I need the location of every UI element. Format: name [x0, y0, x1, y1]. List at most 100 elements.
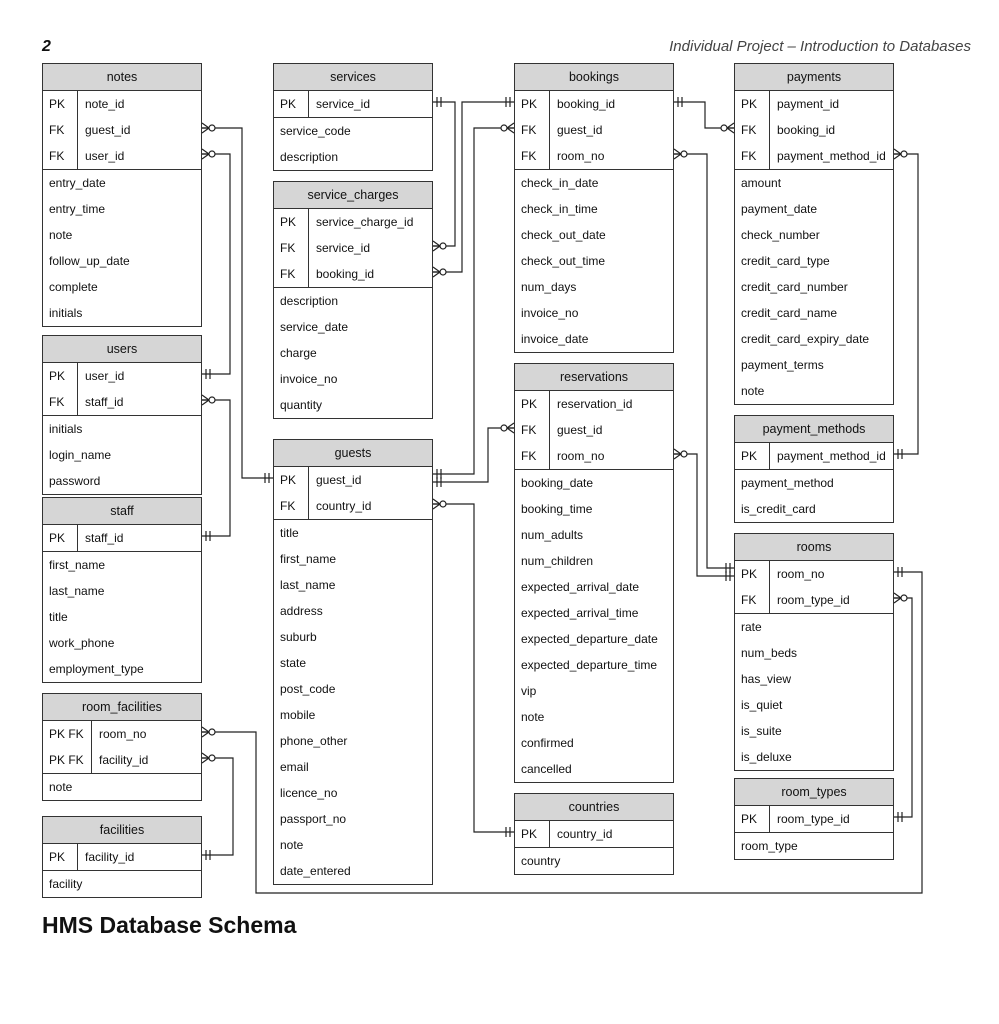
field-row: PK note_id: [43, 91, 201, 117]
field-row: title: [274, 519, 432, 546]
field-name: note_id: [85, 97, 125, 111]
field-row: payment_terms: [735, 352, 893, 378]
field-row: PK payment_id: [735, 91, 893, 117]
rel-guests-countries-many-optional-mark: [439, 500, 447, 508]
field-row: description: [274, 144, 432, 170]
rel-bookings-guests-many-crowfoot: [505, 122, 515, 134]
field-row: room_type: [735, 832, 893, 859]
field-row: entry_time: [43, 196, 201, 222]
field-row: is_suite: [735, 718, 893, 744]
entity-users: users PK user_id FK staff_id initials login_na…: [42, 335, 202, 495]
rel-bookings-guests-many-optional-mark: [500, 124, 508, 132]
field-row: PK payment_method_id: [735, 443, 893, 469]
field-name: booking_time: [521, 502, 593, 516]
field-row: FK room_no: [515, 443, 673, 469]
rel-notes-users-many-crowfoot: [201, 148, 211, 160]
rel-roomfac-rooms-many-optional-mark: [208, 728, 216, 736]
field-name: country_id: [316, 499, 372, 513]
field-row: work_phone: [43, 630, 201, 656]
field-name: email: [280, 760, 309, 774]
field-row: note: [274, 832, 432, 858]
field-row: employment_type: [43, 656, 201, 682]
field-name: country: [521, 854, 561, 868]
field-name: initials: [49, 306, 83, 320]
field-name: invoice_date: [521, 332, 589, 346]
field-row: invoice_no: [515, 300, 673, 326]
rel-bookings-rooms-many-optional-mark: [680, 150, 688, 158]
rel-charges-services-many-optional-mark: [439, 242, 447, 250]
field-name: credit_card_name: [741, 306, 838, 320]
field-row: FK booking_id: [274, 261, 432, 287]
field-row: FK room_type_id: [735, 587, 893, 613]
field-row: confirmed: [515, 730, 673, 756]
field-row: num_children: [515, 548, 673, 574]
field-name: check_in_date: [521, 176, 599, 190]
field-row: facility: [43, 870, 201, 897]
field-name: confirmed: [521, 736, 574, 750]
field-row: login_name: [43, 442, 201, 468]
field-name: guest_id: [557, 123, 603, 137]
field-name: is_quiet: [741, 698, 783, 712]
field-name: expected_departure_time: [521, 658, 658, 672]
rel-payments-bookings-many-crowfoot: [725, 122, 735, 134]
entity-title: payment_methods: [735, 416, 893, 443]
entity-title: staff: [43, 498, 201, 525]
field-row: passport_no: [274, 806, 432, 832]
field-row: note: [735, 378, 893, 404]
field-name: user_id: [85, 369, 125, 383]
rel-guests-countries-many-crowfoot: [432, 498, 442, 510]
entity-title: guests: [274, 440, 432, 467]
key-label: PK: [274, 209, 309, 235]
field-row: amount: [735, 169, 893, 196]
field-row: FK booking_id: [735, 117, 893, 143]
entity-title: users: [43, 336, 201, 363]
field-name: staff_id: [85, 531, 124, 545]
rel-charges-bookings-many-optional-mark: [439, 268, 447, 276]
field-name: expected_departure_date: [521, 632, 658, 646]
rel-payments-methods-many-crowfoot: [893, 148, 903, 160]
field-name: facility_id: [99, 753, 149, 767]
field-row: expected_departure_date: [515, 626, 673, 652]
entity-title: room_facilities: [43, 694, 201, 721]
field-name: credit_card_type: [741, 254, 830, 268]
field-name: note: [521, 710, 545, 724]
field-name: title: [280, 526, 299, 540]
key-label: FK: [735, 143, 770, 169]
field-row: entry_date: [43, 169, 201, 196]
field-name: quantity: [280, 398, 323, 412]
field-row: rate: [735, 613, 893, 640]
rel-users-staff-many-crowfoot: [201, 394, 211, 406]
field-name: room_no: [557, 449, 605, 463]
field-row: service_date: [274, 314, 432, 340]
field-row: PK country_id: [515, 821, 673, 847]
rel-notes-users-line: [202, 153, 231, 375]
field-row: FK staff_id: [43, 389, 201, 415]
field-row: PK staff_id: [43, 525, 201, 551]
field-name: booking_id: [557, 97, 616, 111]
entity-title: payments: [735, 64, 893, 91]
field-name: check_number: [741, 228, 820, 242]
entity-room-facilities: room_facilities PK FK room_no PK FK facility…: [42, 693, 202, 801]
field-row: PK reservation_id: [515, 391, 673, 417]
rel-notes-guests-line: [202, 127, 273, 479]
field-name: num_children: [521, 554, 594, 568]
field-name: room_type_id: [777, 812, 850, 826]
field-name: is_suite: [741, 724, 782, 738]
field-name: guest_id: [557, 423, 603, 437]
entity-title: bookings: [515, 64, 673, 91]
rel-bookings-rooms-many-crowfoot: [673, 148, 683, 160]
field-name: phone_other: [280, 734, 348, 748]
entity-title: countries: [515, 794, 673, 821]
field-name: mobile: [280, 708, 316, 722]
field-row: is_quiet: [735, 692, 893, 718]
entity-title: service_charges: [274, 182, 432, 209]
field-row: date_entered: [274, 858, 432, 884]
key-label: PK FK: [43, 747, 92, 773]
field-name: room_no: [557, 149, 605, 163]
field-row: title: [43, 604, 201, 630]
field-name: amount: [741, 176, 782, 190]
field-row: credit_card_expiry_date: [735, 326, 893, 352]
rel-notes-guests-many-crowfoot: [201, 122, 211, 134]
field-name: service_id: [316, 97, 371, 111]
field-name: login_name: [49, 448, 112, 462]
